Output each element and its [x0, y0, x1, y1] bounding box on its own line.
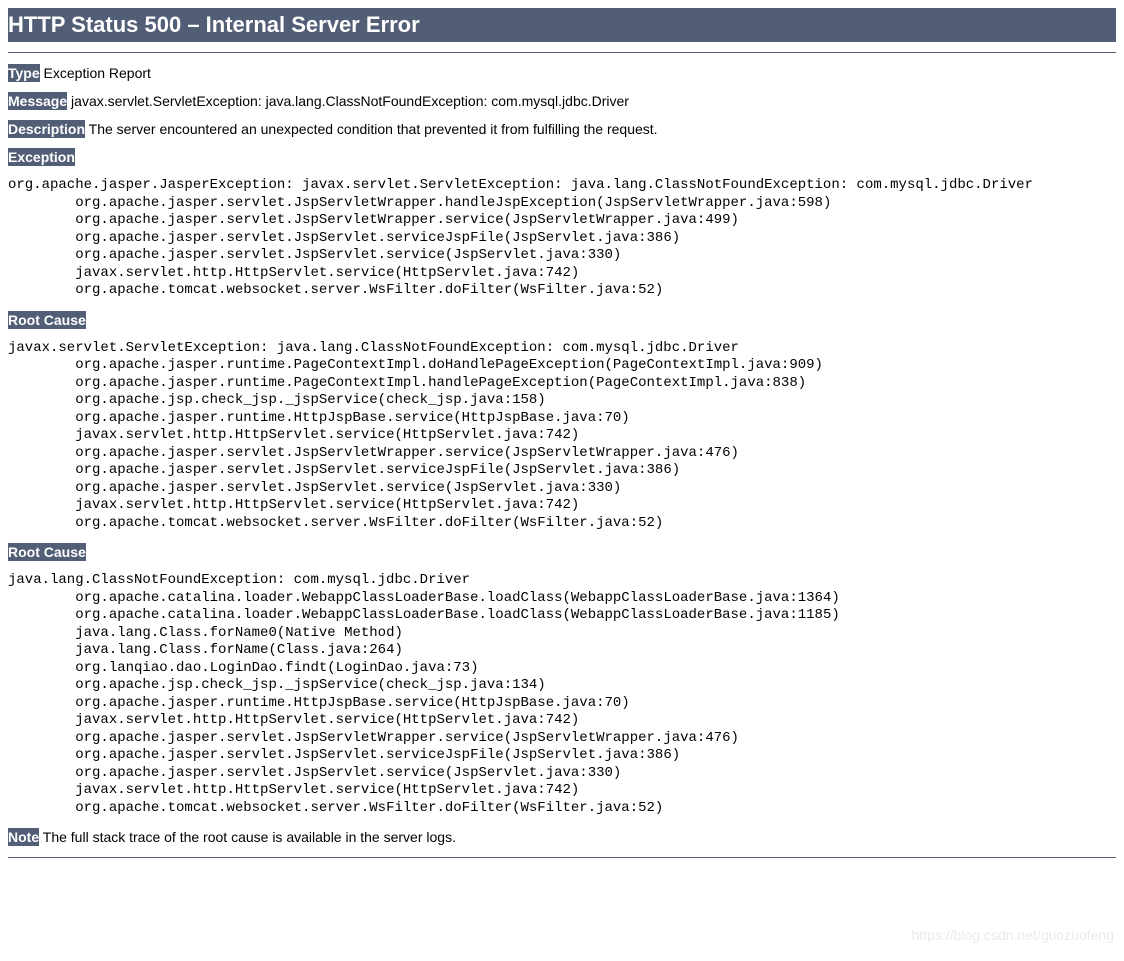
- type-label: Type: [8, 64, 40, 82]
- rootcause1-label: Root Cause: [8, 311, 86, 329]
- exception-label: Exception: [8, 148, 75, 166]
- exception-stacktrace: org.apache.jasper.JasperException: javax…: [8, 177, 1116, 300]
- type-line: Type Exception Report: [8, 65, 1116, 81]
- message-label: Message: [8, 92, 67, 110]
- note-line: Note The full stack trace of the root ca…: [8, 829, 1116, 845]
- note-value: The full stack trace of the root cause i…: [43, 829, 456, 845]
- divider-bottom: [8, 857, 1116, 858]
- page-title: HTTP Status 500 – Internal Server Error: [8, 8, 1116, 42]
- divider-top: [8, 52, 1116, 53]
- rootcause2-label: Root Cause: [8, 543, 86, 561]
- description-value: The server encountered an unexpected con…: [89, 121, 658, 137]
- message-line: Message javax.servlet.ServletException: …: [8, 93, 1116, 109]
- type-value: Exception Report: [44, 65, 151, 81]
- message-value: javax.servlet.ServletException: java.lan…: [71, 93, 629, 109]
- exception-heading: Exception: [8, 149, 1116, 165]
- watermark-text: https://blog.csdn.net/guozuofeng: [912, 927, 1114, 943]
- rootcause2-stacktrace: java.lang.ClassNotFoundException: com.my…: [8, 572, 1116, 817]
- description-label: Description: [8, 120, 85, 138]
- rootcause1-stacktrace: javax.servlet.ServletException: java.lan…: [8, 340, 1116, 533]
- rootcause1-heading: Root Cause: [8, 312, 1116, 328]
- description-line: Description The server encountered an un…: [8, 121, 1116, 137]
- rootcause2-heading: Root Cause: [8, 544, 1116, 560]
- note-label: Note: [8, 828, 39, 846]
